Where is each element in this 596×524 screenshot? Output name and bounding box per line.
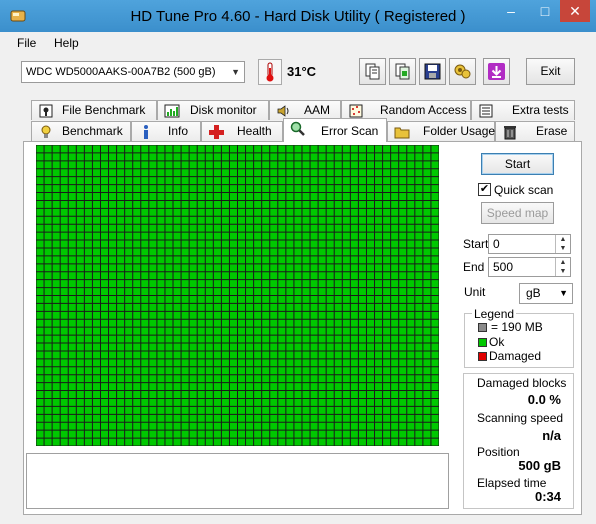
spin-down-icon[interactable]: ▼	[560, 245, 567, 252]
extra-tests-icon	[479, 104, 493, 118]
info-icon	[144, 125, 148, 139]
end-spinner[interactable]: ▲ ▼	[555, 258, 570, 276]
legend-block-size: = 190 MB	[491, 320, 543, 334]
magnifier-icon	[290, 121, 305, 136]
damaged-blocks-value: 0.0 %	[527, 392, 561, 407]
damaged-blocks-label: Damaged blocks	[477, 376, 567, 390]
position-value: 500 gB	[518, 458, 561, 473]
chevron-down-icon: ▼	[559, 288, 568, 298]
speaker-icon	[277, 105, 289, 117]
tab-file-benchmark[interactable]: File Benchmark	[31, 100, 157, 120]
thermometer-icon	[258, 59, 282, 85]
options-icon	[454, 64, 471, 79]
copy-text-button[interactable]	[359, 58, 386, 85]
file-benchmark-icon	[39, 104, 53, 118]
end-field-label: End	[463, 260, 485, 274]
tab-erase[interactable]: Erase	[495, 121, 575, 141]
benchmark-icon	[41, 125, 51, 138]
elapsed-time-label: Elapsed time	[477, 476, 547, 490]
close-button[interactable]: ✕	[560, 0, 590, 22]
spin-up-icon[interactable]: ▲	[560, 236, 567, 243]
unit-label: Unit	[464, 285, 486, 299]
tab-aam[interactable]: AAM	[269, 100, 341, 120]
maximize-button[interactable]: □	[530, 0, 560, 22]
save-button[interactable]	[419, 58, 446, 85]
quick-scan-checkbox[interactable]: ✔	[478, 183, 491, 196]
copy-text-icon	[365, 63, 380, 80]
legend-ok-label: Ok	[489, 335, 505, 349]
legend-ok-swatch	[478, 338, 487, 347]
scan-grid	[35, 144, 440, 447]
tab-extra-tests[interactable]: Extra tests	[471, 100, 575, 120]
scan-log-area[interactable]	[26, 453, 449, 509]
menu-file[interactable]: File	[17, 36, 36, 50]
options-button[interactable]	[449, 58, 476, 85]
drive-select-value: WDC WD5000AAKS-00A7B2 (500 gB)	[26, 66, 216, 78]
save-icon	[424, 63, 441, 80]
scanning-speed-value: n/a	[542, 428, 561, 443]
health-icon	[209, 125, 224, 139]
temperature-readout: 31°C	[287, 64, 317, 79]
copy-screenshot-button[interactable]	[389, 58, 416, 85]
start-input-value: 0	[493, 237, 500, 251]
check-icon: ✔	[479, 183, 490, 195]
trash-icon	[504, 126, 516, 140]
tab-info[interactable]: Info	[131, 121, 201, 141]
drive-select[interactable]: WDC WD5000AAKS-00A7B2 (500 gB) ▼	[21, 61, 245, 83]
legend-damaged-label: Damaged	[489, 349, 542, 363]
tab-random-access[interactable]: Random Access	[341, 100, 471, 120]
legend-title: Legend	[472, 307, 517, 321]
speed-map-button[interactable]: Speed map	[481, 202, 554, 224]
legend-damaged-swatch	[478, 352, 487, 361]
start-button[interactable]: Start	[481, 153, 554, 175]
tab-error-scan[interactable]: Error Scan	[283, 118, 387, 142]
folder-icon	[394, 127, 410, 139]
download-icon	[488, 63, 505, 80]
start-input[interactable]: 0 ▲ ▼	[488, 234, 571, 254]
menu-help[interactable]: Help	[54, 36, 79, 50]
tab-disk-monitor[interactable]: Disk monitor	[157, 100, 269, 120]
copy-screenshot-icon	[395, 63, 410, 80]
legend-block-swatch	[478, 323, 487, 332]
disk-monitor-icon	[164, 104, 180, 118]
exit-button[interactable]: Exit	[526, 58, 575, 85]
position-label: Position	[477, 445, 520, 459]
unit-select-value: gB	[526, 286, 541, 300]
menu-bar	[0, 32, 596, 54]
download-button[interactable]	[483, 58, 510, 85]
tab-folder-usage[interactable]: Folder Usage	[387, 121, 495, 141]
chevron-down-icon: ▼	[231, 67, 240, 77]
scan-block-map	[35, 144, 440, 447]
elapsed-time-value: 0:34	[534, 489, 561, 504]
minimize-button[interactable]: –	[496, 0, 526, 22]
quick-scan-label[interactable]: Quick scan	[494, 183, 553, 197]
spin-up-icon[interactable]: ▲	[560, 259, 567, 266]
tab-benchmark[interactable]: Benchmark	[31, 121, 131, 141]
end-input-value: 500	[493, 260, 514, 274]
spin-down-icon[interactable]: ▼	[560, 268, 567, 275]
tab-health[interactable]: Health	[201, 121, 283, 141]
unit-select[interactable]: gB ▼	[519, 283, 573, 304]
app-window: HD Tune Pro 4.60 - Hard Disk Utility ( R…	[0, 0, 596, 524]
start-spinner[interactable]: ▲ ▼	[555, 235, 570, 253]
scanning-speed-label: Scanning speed	[477, 411, 564, 425]
random-access-icon	[349, 104, 363, 118]
start-field-label: Start	[463, 237, 489, 251]
end-input[interactable]: 500 ▲ ▼	[488, 257, 571, 277]
